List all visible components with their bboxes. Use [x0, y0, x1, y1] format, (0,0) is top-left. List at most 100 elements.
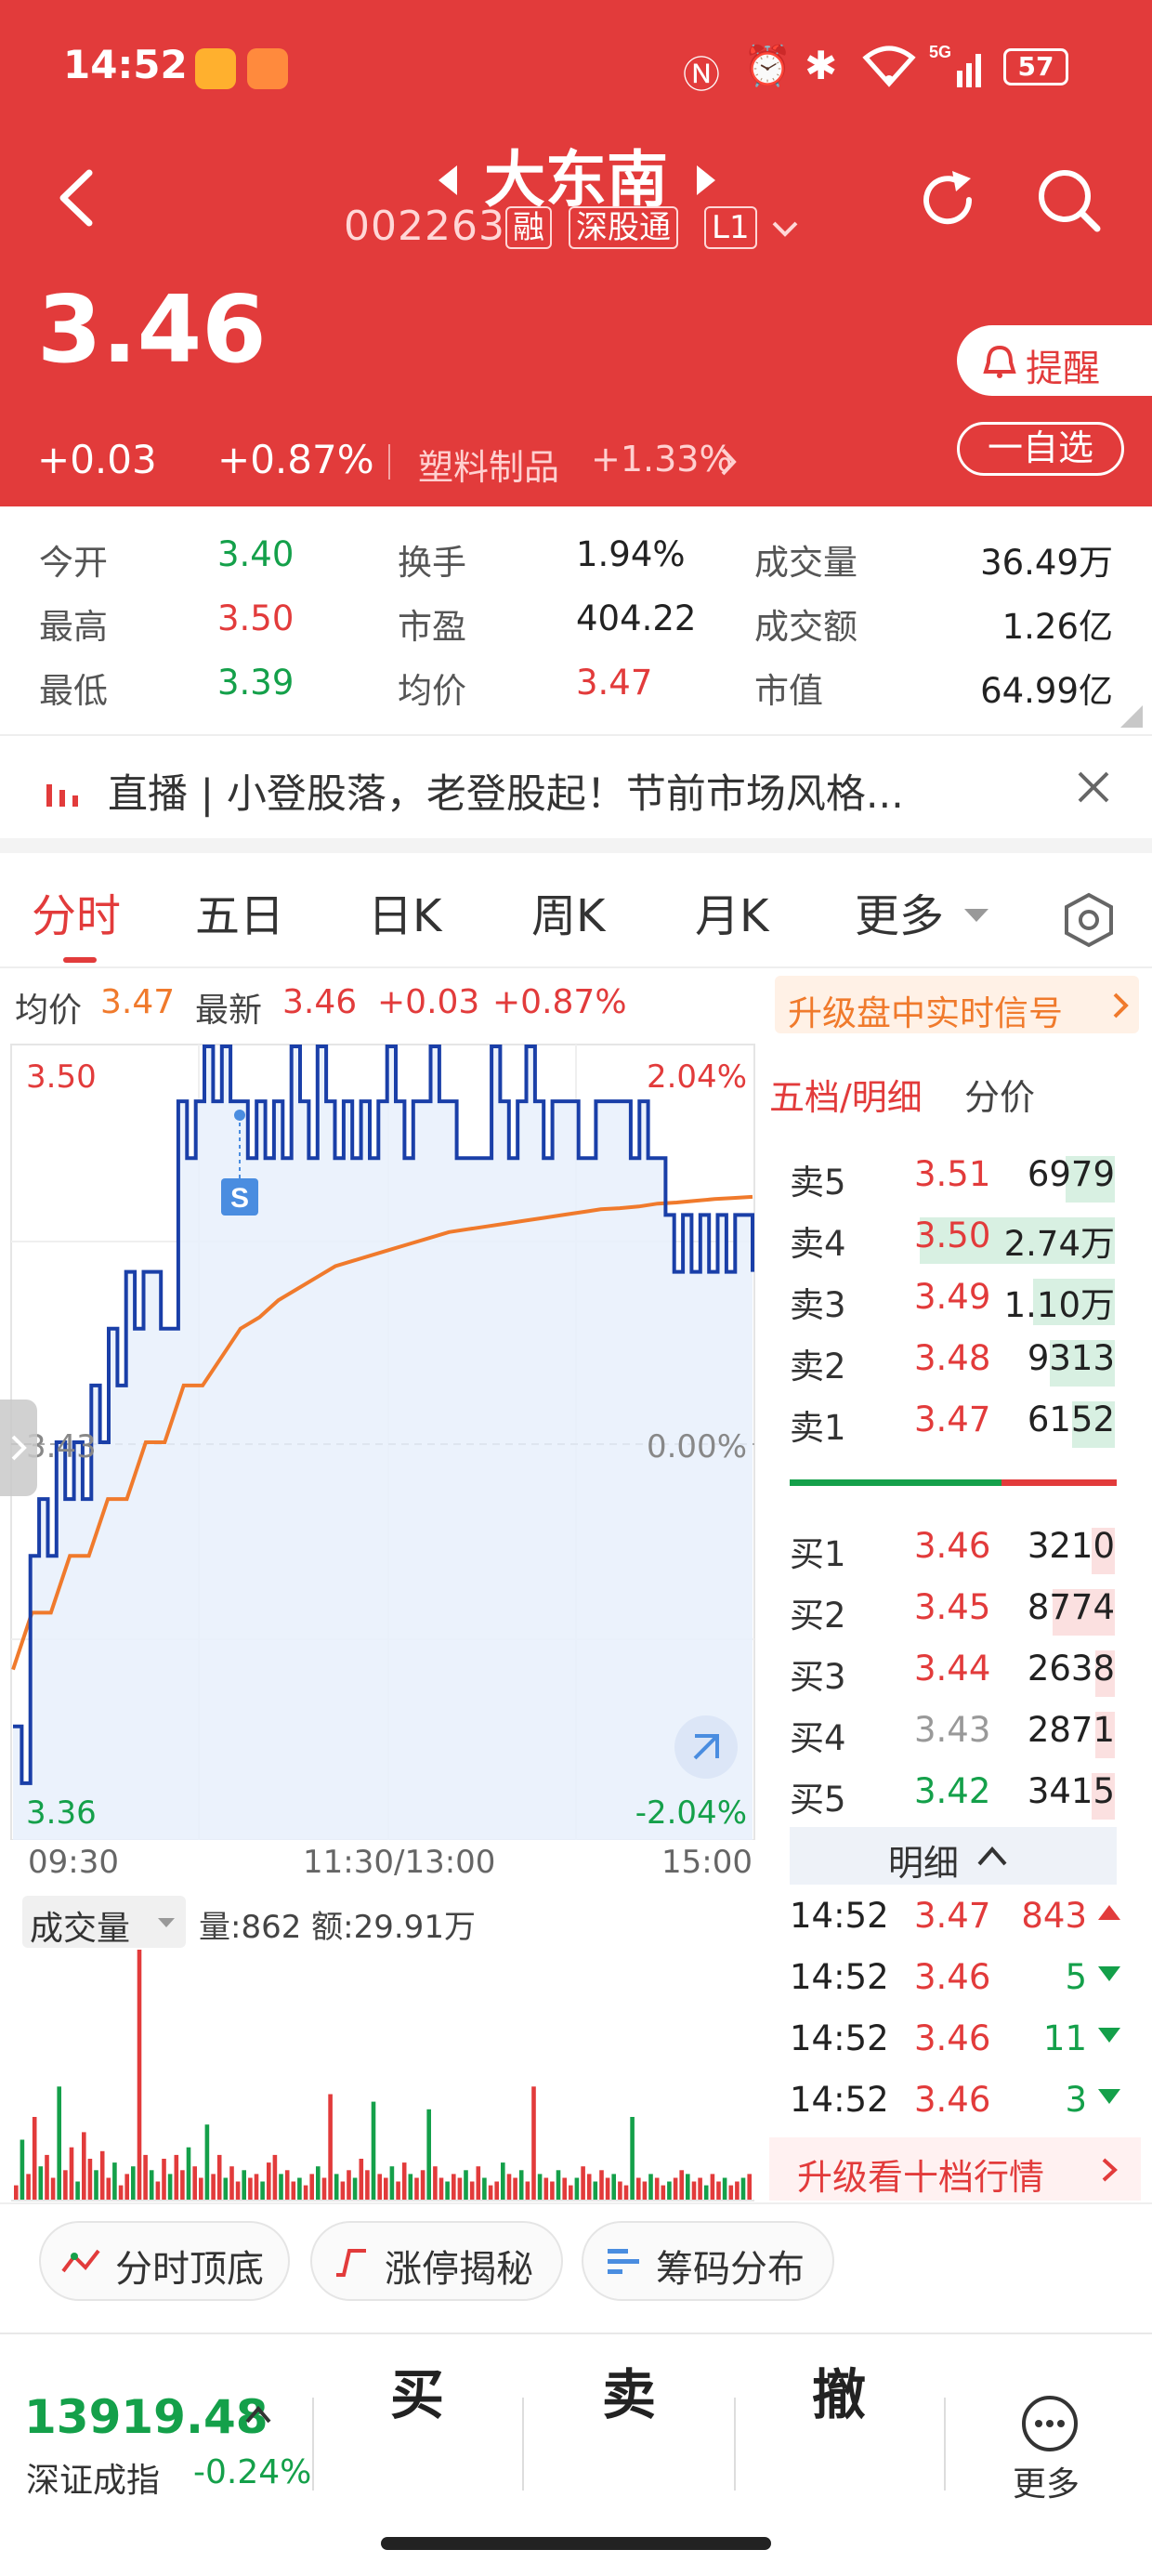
tool-limit-up-reveal[interactable]: 涨停揭秘 — [310, 2221, 563, 2301]
intraday-chart[interactable]: S 3.50 3.43 3.36 2.04% 0.00% -2.04% — [0, 1041, 762, 1840]
price-volume-tab[interactable]: 分价 — [964, 1069, 1035, 1120]
volume-bar — [57, 2086, 61, 2201]
tool-chip-distribution[interactable]: 筹码分布 — [582, 2221, 834, 2301]
ask-row: 卖4 3.50 2.74万 — [790, 1212, 1124, 1268]
cancel-order-button[interactable]: 撤 — [812, 2351, 866, 2429]
volume-bar — [14, 2185, 19, 2201]
x-tick-midday: 11:30/13:00 — [303, 1844, 496, 1881]
alert-button[interactable]: 提醒 — [957, 325, 1152, 396]
tool-intraday-top-bottom[interactable]: 分时顶底 — [39, 2221, 290, 2301]
tab-five-day[interactable]: 五日 — [195, 879, 284, 944]
volume-bar — [679, 2170, 684, 2201]
volume-bar — [661, 2185, 666, 2201]
index-value[interactable]: 13919.48 — [24, 2390, 268, 2444]
dropdown-icon[interactable] — [962, 907, 990, 924]
volume-bar — [260, 2181, 265, 2201]
upgrade-ten-level-label: 升级看十档行情 — [797, 2157, 1045, 2198]
stat-label: 成交量 — [754, 543, 857, 583]
detail-toggle[interactable]: 明细 — [790, 1827, 1117, 1885]
bid-level-label: 买5 — [790, 1780, 846, 1820]
volume-bar — [63, 2170, 68, 2201]
sell-button[interactable]: 卖 — [602, 2351, 656, 2429]
tick-price: 3.46 — [914, 2018, 991, 2058]
volume-bar — [347, 2170, 351, 2201]
volume-bar — [149, 2170, 154, 2201]
stat-label: 最低 — [39, 671, 108, 711]
more-icon[interactable] — [1020, 2394, 1080, 2453]
order-book-tab[interactable]: 五档/明细 — [769, 1069, 923, 1120]
volume-bar — [377, 2174, 382, 2201]
volume-bar — [414, 2177, 419, 2201]
bid-volume: 3210 — [1027, 1526, 1115, 1566]
tab-intraday[interactable]: 分时 — [32, 879, 121, 944]
bid-price: 3.45 — [914, 1587, 991, 1627]
y-axis-bottom: 3.36 — [26, 1794, 97, 1832]
volume-bar — [186, 2147, 191, 2201]
volume-bar — [94, 2170, 98, 2201]
stat-label: 最高 — [39, 607, 108, 647]
volume-bar — [235, 2181, 241, 2201]
close-icon[interactable] — [1076, 769, 1111, 805]
expand-corner-icon[interactable] — [1117, 703, 1145, 729]
ask-row: 卖3 3.49 1.10万 — [790, 1273, 1124, 1329]
bid-price: 3.46 — [914, 1526, 991, 1566]
volume-bar — [99, 2150, 105, 2201]
pct-axis-top: 2.04% — [647, 1058, 747, 1096]
refresh-icon[interactable] — [915, 167, 980, 232]
back-icon[interactable] — [56, 167, 97, 229]
prev-stock-icon[interactable] — [437, 164, 459, 197]
volume-bar — [174, 2154, 179, 2201]
volume-chart — [11, 1950, 754, 2201]
buy-button[interactable]: 买 — [390, 2351, 444, 2429]
ask-price: 3.48 — [914, 1338, 991, 1378]
side-drawer-handle[interactable] — [0, 1400, 37, 1496]
bell-icon — [983, 345, 1016, 378]
live-banner[interactable]: 直播 | 小登股落，老登股起！节前市场风格... — [0, 736, 1152, 838]
detail-label: 明细 — [888, 1843, 960, 1884]
volume-bar — [20, 2139, 25, 2201]
volume-bar — [648, 2174, 653, 2201]
app-notification-icon — [195, 48, 236, 89]
ask-volume: 2.74万 — [1003, 1224, 1115, 1264]
tab-daily-k[interactable]: 日K — [368, 879, 441, 944]
chip-distribution-icon — [608, 2249, 639, 2274]
chevron-up-icon[interactable] — [243, 2405, 273, 2425]
tab-more[interactable]: 更多 — [855, 879, 944, 944]
sector-name[interactable]: 塑料制品 — [418, 439, 559, 490]
ask-row: 卖5 3.51 6979 — [790, 1150, 1124, 1206]
volume-bar — [216, 2154, 222, 2201]
trade-tick-row: 14:52 3.46 11 — [790, 2018, 1124, 2074]
bid-row: 买1 3.46 3210 — [790, 1522, 1124, 1578]
buy-sell-ratio-bar-red — [1001, 1479, 1117, 1486]
sector-change[interactable]: +1.33% — [591, 439, 733, 480]
volume-bar — [426, 2109, 431, 2201]
volume-bar — [303, 2185, 308, 2201]
volume-bar — [445, 2181, 450, 2201]
latest-value: 3.46 — [282, 983, 358, 1021]
next-stock-icon[interactable] — [695, 164, 717, 197]
chevron-down-icon[interactable] — [771, 219, 799, 238]
tick-time: 14:52 — [790, 2018, 889, 2058]
volume-bar — [340, 2181, 346, 2201]
tab-monthly-k[interactable]: 月K — [695, 879, 768, 944]
more-label[interactable]: 更多 — [1013, 2457, 1080, 2505]
stat-value-low: 3.39 — [217, 663, 295, 703]
stat-label: 市盈 — [398, 607, 466, 647]
volume-bar — [118, 2185, 124, 2201]
divider — [388, 444, 390, 480]
search-icon[interactable] — [1036, 167, 1103, 234]
volume-bar — [279, 2174, 283, 2201]
add-watchlist-button[interactable]: 一自选 — [957, 422, 1124, 476]
tab-weekly-k[interactable]: 周K — [531, 879, 605, 944]
upgrade-ten-level-button[interactable]: 升级看十档行情 — [769, 2137, 1141, 2201]
volume-bar — [45, 2154, 49, 2201]
volume-bar — [284, 2170, 290, 2201]
volume-bar — [691, 2181, 697, 2201]
volume-bar — [211, 2174, 216, 2201]
chevron-right-icon[interactable] — [719, 446, 738, 478]
chart-settings-icon[interactable] — [1063, 892, 1115, 948]
volume-bar — [593, 2181, 598, 2201]
volume-bar — [180, 2170, 185, 2201]
volume-bar — [82, 2132, 86, 2201]
upgrade-signal-button[interactable]: 升级盘中实时信号 — [775, 976, 1139, 1033]
